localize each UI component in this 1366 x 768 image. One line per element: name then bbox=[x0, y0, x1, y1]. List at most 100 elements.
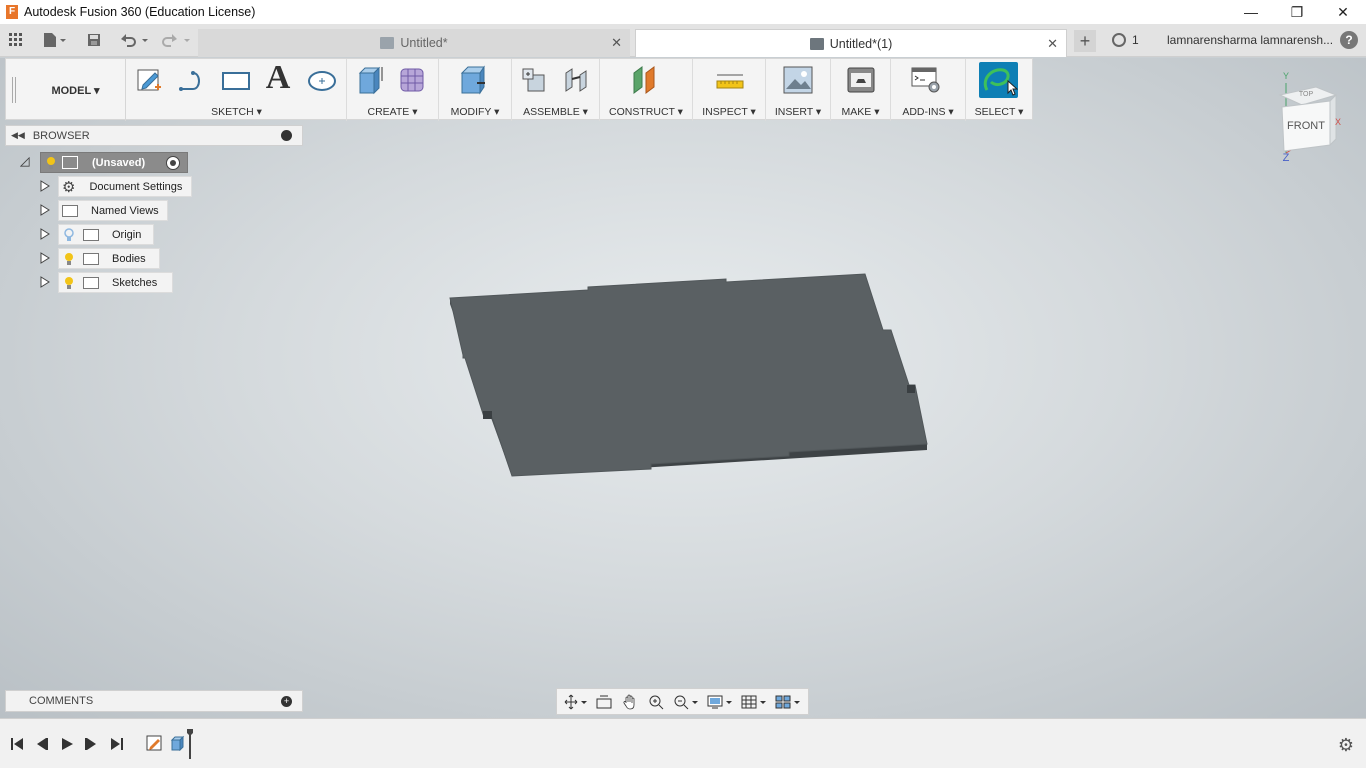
rectangle-tool-icon[interactable] bbox=[221, 65, 251, 95]
joint-icon[interactable] bbox=[562, 65, 592, 95]
tree-item-sketches[interactable]: Sketches bbox=[5, 272, 205, 293]
minimize-button[interactable]: — bbox=[1228, 0, 1274, 24]
close-tab-icon[interactable]: ✕ bbox=[611, 35, 622, 51]
visibility-bulb-off-icon[interactable] bbox=[64, 227, 74, 242]
go-to-end-icon[interactable] bbox=[108, 736, 126, 752]
zoom-icon[interactable] bbox=[643, 691, 669, 713]
view-cube[interactable]: FRONT TOP Y Z X bbox=[1270, 65, 1350, 165]
tree-item-bodies[interactable]: Bodies bbox=[5, 248, 205, 269]
job-status[interactable]: 1 bbox=[1112, 33, 1139, 47]
axis-z-label: Z bbox=[1283, 152, 1290, 164]
go-to-start-icon[interactable] bbox=[8, 736, 26, 752]
display-settings-icon[interactable] bbox=[703, 691, 737, 713]
minimize-panel-icon[interactable] bbox=[281, 130, 292, 141]
step-back-icon[interactable] bbox=[33, 736, 51, 752]
visibility-bulb-icon[interactable] bbox=[64, 276, 74, 290]
look-at-icon[interactable] bbox=[591, 691, 617, 713]
modify-group-label[interactable]: MODIFY ▾ bbox=[439, 106, 511, 118]
timeline-bar: ⚙ bbox=[0, 718, 1366, 768]
offset-plane-icon[interactable] bbox=[630, 65, 660, 95]
close-window-button[interactable]: ✕ bbox=[1320, 0, 1366, 24]
toolbar-grip-handle[interactable] bbox=[12, 77, 16, 103]
timeline-extrude-feature-icon[interactable] bbox=[170, 735, 186, 752]
workspace-switcher[interactable]: MODEL ▾ bbox=[26, 59, 126, 121]
insert-group-label[interactable]: INSERT ▾ bbox=[766, 106, 830, 118]
tree-node-box: Named Views bbox=[58, 200, 168, 221]
viewports-icon[interactable] bbox=[771, 691, 805, 713]
tree-node-box: Origin bbox=[58, 224, 154, 245]
document-tab-bar: Untitled* ✕ Untitled*(1) ✕ + 1 lamnarens… bbox=[0, 24, 1366, 57]
help-icon[interactable]: ? bbox=[1340, 31, 1358, 49]
tab-untitled[interactable]: Untitled* ✕ bbox=[198, 29, 630, 57]
3d-print-icon[interactable] bbox=[846, 65, 876, 95]
expand-triangle-icon[interactable] bbox=[40, 204, 50, 216]
expand-triangle-icon[interactable] bbox=[40, 228, 50, 240]
undo-icon[interactable] bbox=[118, 31, 150, 49]
tree-item-document-settings[interactable]: ⚙ Document Settings bbox=[5, 176, 205, 197]
step-forward-icon[interactable] bbox=[82, 736, 100, 752]
add-comment-icon[interactable]: + bbox=[281, 696, 292, 707]
expand-triangle-icon[interactable] bbox=[40, 180, 50, 192]
assemble-group-label[interactable]: ASSEMBLE ▾ bbox=[512, 106, 599, 118]
make-group-label[interactable]: MAKE ▾ bbox=[831, 106, 890, 118]
collapse-browser-icon[interactable]: ◀◀ bbox=[11, 130, 25, 141]
scripts-add-ins-icon[interactable] bbox=[911, 65, 941, 95]
tree-root-row[interactable]: (Unsaved) bbox=[5, 152, 205, 173]
new-tab-button[interactable]: + bbox=[1074, 30, 1096, 52]
line-tool-icon[interactable] bbox=[177, 65, 207, 95]
sketch-group-label[interactable]: SKETCH ▾ bbox=[127, 106, 346, 118]
browser-title: BROWSER bbox=[32, 129, 90, 142]
text-tool-icon[interactable]: A bbox=[263, 61, 293, 95]
orbit-icon[interactable] bbox=[561, 691, 591, 713]
activate-component-radio[interactable] bbox=[166, 156, 180, 170]
insert-image-icon[interactable] bbox=[783, 65, 813, 95]
expand-triangle-icon[interactable] bbox=[40, 252, 50, 264]
make-group: MAKE ▾ bbox=[831, 59, 891, 121]
insert-group: INSERT ▾ bbox=[766, 59, 831, 121]
form-icon[interactable] bbox=[397, 65, 427, 95]
user-account-name[interactable]: lamnarensharma lamnarensh... bbox=[1167, 33, 1333, 47]
visibility-bulb-icon[interactable] bbox=[46, 156, 56, 170]
select-tool-icon[interactable] bbox=[979, 62, 1019, 98]
circle-tool-icon[interactable] bbox=[307, 65, 337, 95]
tree-node-box: ⚙ Document Settings bbox=[58, 176, 192, 197]
expand-triangle-icon[interactable] bbox=[40, 276, 50, 288]
pan-hand-icon[interactable] bbox=[617, 691, 643, 713]
measure-icon[interactable] bbox=[715, 65, 745, 95]
grid-settings-icon[interactable] bbox=[737, 691, 771, 713]
inspect-group-label[interactable]: INSPECT ▾ bbox=[693, 106, 765, 118]
construct-group-label[interactable]: CONSTRUCT ▾ bbox=[600, 106, 692, 118]
visibility-bulb-icon[interactable] bbox=[64, 252, 74, 266]
select-group-label[interactable]: SELECT ▾ bbox=[966, 106, 1032, 118]
play-icon[interactable] bbox=[58, 736, 76, 752]
folder-icon bbox=[83, 228, 99, 241]
tree-item-named-views[interactable]: Named Views bbox=[5, 200, 205, 221]
data-panel-grid-icon[interactable] bbox=[6, 31, 26, 49]
comments-title: COMMENTS bbox=[29, 695, 94, 707]
viewcube-top-label: TOP bbox=[1299, 91, 1314, 98]
tree-item-label: Document Settings bbox=[89, 180, 183, 193]
tree-item-label: Origin bbox=[112, 228, 142, 241]
add-ins-group-label[interactable]: ADD-INS ▾ bbox=[891, 106, 965, 118]
modify-group: MODIFY ▾ bbox=[439, 59, 512, 121]
new-component-icon[interactable] bbox=[520, 65, 550, 95]
redo-icon[interactable] bbox=[160, 31, 192, 49]
file-menu-icon[interactable] bbox=[40, 31, 70, 49]
assemble-group: ASSEMBLE ▾ bbox=[512, 59, 600, 121]
timeline-marker[interactable] bbox=[187, 729, 193, 759]
restore-button[interactable]: ❐ bbox=[1274, 0, 1320, 24]
close-tab-icon[interactable]: ✕ bbox=[1047, 36, 1058, 52]
fusion-app-icon: F bbox=[6, 5, 18, 19]
save-icon[interactable] bbox=[84, 31, 104, 49]
create-group-label[interactable]: CREATE ▾ bbox=[347, 106, 438, 118]
expanded-triangle-icon[interactable] bbox=[20, 156, 30, 168]
press-pull-icon[interactable] bbox=[459, 65, 489, 95]
create-sketch-icon[interactable] bbox=[135, 65, 165, 95]
extrude-icon[interactable] bbox=[355, 65, 385, 95]
timeline-sketch-feature-icon[interactable] bbox=[146, 735, 162, 751]
root-node-label: (Unsaved) bbox=[92, 156, 146, 169]
tree-item-origin[interactable]: Origin bbox=[5, 224, 205, 245]
timeline-settings-gear-icon[interactable]: ⚙ bbox=[1338, 735, 1354, 756]
tab-untitled-1[interactable]: Untitled*(1) ✕ bbox=[635, 29, 1067, 57]
fit-zoom-icon[interactable] bbox=[669, 691, 703, 713]
